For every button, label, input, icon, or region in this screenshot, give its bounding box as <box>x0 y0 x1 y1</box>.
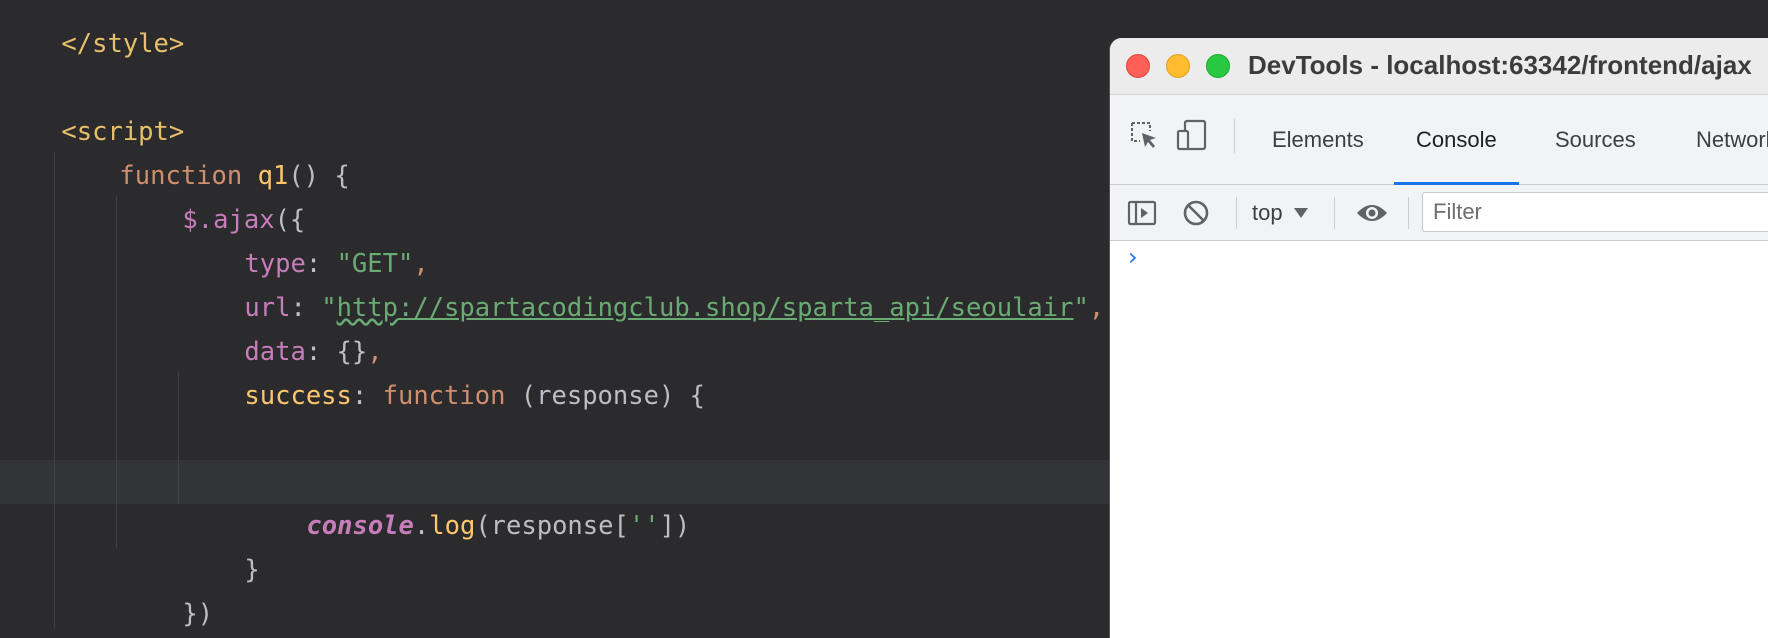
inspect-element-icon[interactable] <box>1126 117 1162 153</box>
device-toolbar-icon[interactable] <box>1174 117 1210 153</box>
indent-guide <box>54 152 55 628</box>
minimize-window-button[interactable] <box>1166 54 1190 78</box>
divider <box>1334 197 1335 229</box>
quote: " <box>1073 293 1089 323</box>
code-line-success[interactable]: success: function (response) { <box>183 330 705 411</box>
code-line-script-open[interactable]: <script> <box>0 66 184 147</box>
close-brace: } <box>244 555 260 585</box>
tab-elements[interactable]: Elements <box>1250 95 1386 185</box>
function-keyword: function <box>382 381 506 411</box>
code-line-style-close[interactable]: </style> <box>0 0 184 59</box>
code-line-close-ajax[interactable]: }) <box>121 548 213 628</box>
window-title: DevTools - localhost:63342/frontend/ajax <box>1248 50 1752 80</box>
divider <box>1234 119 1235 153</box>
tab-network[interactable]: Network <box>1674 95 1768 185</box>
show-sidebar-icon[interactable] <box>1124 195 1160 231</box>
console-object: console <box>306 511 414 541</box>
close-window-button[interactable] <box>1126 54 1150 78</box>
indent-guide <box>178 372 179 504</box>
success-key: success <box>244 381 352 411</box>
comma: , <box>1088 293 1105 323</box>
style-close-tag: </style> <box>61 29 185 59</box>
code-line-function-q1[interactable]: function q1() { <box>58 110 349 191</box>
code-line-type[interactable]: type: "GET", <box>183 198 428 279</box>
execution-context-select[interactable]: top <box>1252 195 1309 231</box>
log-args-close: ]) <box>659 511 691 541</box>
divider <box>1236 197 1237 229</box>
code-line-console-log[interactable]: console.log(response['']) <box>245 460 690 541</box>
live-expression-eye-icon[interactable] <box>1354 195 1390 231</box>
devtools-tab-bar: Elements Console Sources Network <box>1110 95 1768 185</box>
log-method: log <box>429 511 476 541</box>
console-output[interactable]: › <box>1110 241 1768 638</box>
empty-string-key: '' <box>628 511 660 541</box>
zoom-window-button[interactable] <box>1206 54 1230 78</box>
context-value: top <box>1252 200 1283 225</box>
console-toolbar: top <box>1110 185 1768 241</box>
dot: . <box>413 511 430 541</box>
code-line-close-success[interactable]: } <box>183 504 259 585</box>
devtools-window: DevTools - localhost:63342/frontend/ajax… <box>1110 38 1768 638</box>
dropdown-arrow-icon <box>1293 208 1308 218</box>
tab-sources[interactable]: Sources <box>1533 95 1658 185</box>
code-line-data[interactable]: data: {}, <box>183 286 382 367</box>
code-line-url[interactable]: url: "http://spartacodingclub.shop/spart… <box>183 242 1104 323</box>
tab-console[interactable]: Console <box>1394 95 1519 185</box>
success-params: (response) { <box>505 381 706 411</box>
code-editor[interactable]: </style> <script> function q1() { $.ajax… <box>0 0 1110 628</box>
clear-console-icon[interactable] <box>1178 195 1214 231</box>
code-line-ajax-call[interactable]: $.ajax({ <box>121 154 305 235</box>
window-titlebar[interactable]: DevTools - localhost:63342/frontend/ajax <box>1110 38 1768 95</box>
divider <box>1408 197 1409 229</box>
url-link[interactable]: ://spartacodingclub.shop/sparta_api/seou… <box>398 293 1074 323</box>
console-prompt-icon: › <box>1128 243 1138 271</box>
log-args-open: (response[ <box>475 511 629 541</box>
close-ajax: }) <box>182 599 214 628</box>
indent-guide <box>116 196 117 548</box>
colon: : <box>351 381 383 411</box>
filter-input[interactable] <box>1422 192 1768 232</box>
